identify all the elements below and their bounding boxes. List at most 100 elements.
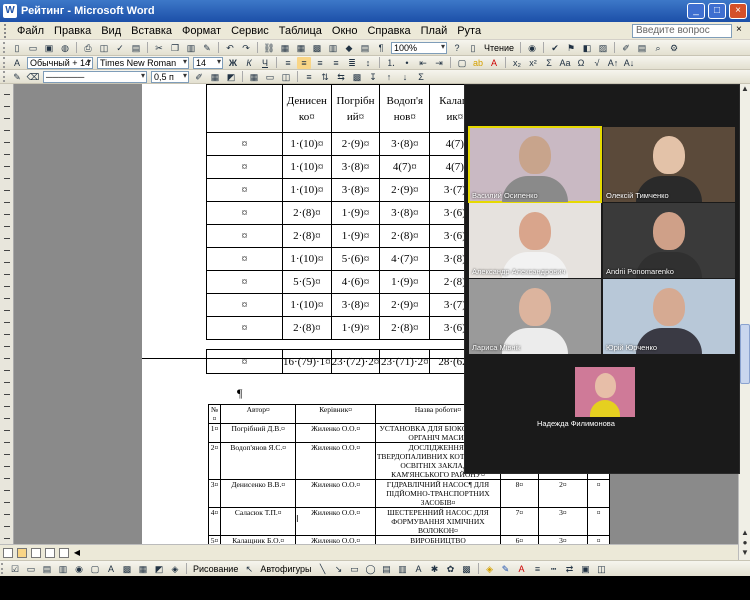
justify-icon[interactable]: ≡ [329,57,343,69]
style-select[interactable]: Обычный + 14 пт, [27,56,93,78]
menu-format[interactable]: Формат [177,25,226,37]
menu-table[interactable]: Таблица [274,25,327,37]
prev-page-icon[interactable]: ▲ [740,528,750,537]
fill-color-icon[interactable]: ◈ [483,563,497,575]
shadow-icon[interactable]: ▣ [579,563,593,575]
research-icon[interactable]: ▤ [129,42,143,54]
show-formatting-icon[interactable]: ¶ [374,42,388,54]
save-icon[interactable]: ▣ [42,42,56,54]
menu-window[interactable]: Окно [327,25,363,37]
dash-style-icon[interactable]: ┅ [547,563,561,575]
equation-icon[interactable]: √ [590,57,604,69]
menu-insert[interactable]: Вставка [126,25,177,37]
lookup-icon[interactable]: ⌕ [651,42,665,54]
toolbar-grip[interactable] [3,57,6,68]
merge-cells-icon[interactable]: ▭ [263,71,277,83]
help-search-input[interactable]: Введите вопрос [632,24,732,38]
align-right-icon[interactable]: ≡ [313,57,327,69]
participant-tile[interactable]: Лариса Мівнік [469,279,601,354]
menu-tools[interactable]: Сервис [226,25,274,37]
rectangle-icon[interactable]: ▭ [348,563,362,575]
select-browse-icon[interactable]: ● [740,538,750,547]
wordart-icon[interactable]: A [412,563,426,575]
select-objects-icon[interactable]: ↖ [242,563,256,575]
compare-icon[interactable]: ▤ [635,42,649,54]
vertical-textbox-icon[interactable]: ▥ [396,563,410,575]
font-color-icon[interactable]: A [487,57,501,69]
align-center-icon[interactable]: ≡ [297,56,311,69]
draw-lock-icon[interactable]: ◈ [168,563,182,575]
increase-indent-icon[interactable]: ⇥ [432,57,446,69]
diagram-icon[interactable]: ✱ [428,563,442,575]
close-button[interactable]: × [729,3,747,19]
toolbar-grip[interactable] [3,71,6,82]
maximize-button[interactable]: □ [708,3,726,19]
distribute-rows-icon[interactable]: ⇅ [318,71,332,83]
decrease-indent-icon[interactable]: ⇤ [416,57,430,69]
align-left-icon[interactable]: ≡ [281,57,295,69]
draw-radio-icon[interactable]: ◉ [72,563,86,575]
participant-tile[interactable] [575,367,635,417]
menu-ruta[interactable]: Рута [452,25,486,37]
shading-icon[interactable]: ◩ [224,71,238,83]
styles-icon[interactable]: A [10,57,24,69]
distribute-columns-icon[interactable]: ⇆ [334,71,348,83]
shrink-font-icon[interactable]: A↓ [622,57,636,69]
case-icon[interactable]: Aa [558,57,572,69]
menu-grip[interactable] [4,23,8,38]
italic-icon[interactable]: К [242,57,256,69]
zoom-select[interactable]: 100% [391,41,447,54]
font-size-select[interactable]: 14 [193,56,223,69]
scroll-left-icon[interactable]: ◀ [70,548,84,557]
borders-icon[interactable]: ▦ [208,71,222,83]
tables-borders-icon[interactable]: ▦ [278,42,292,54]
draw-textbox-icon[interactable]: ▭ [24,563,38,575]
horizontal-scrollbar[interactable]: ◀ [0,544,738,560]
spelling-icon[interactable]: ✓ [113,42,127,54]
open-folder-icon[interactable]: ▭ [26,42,40,54]
draw-check-icon[interactable]: ☑ [8,563,22,575]
line-color-icon[interactable]: ✎ [499,563,513,575]
grow-font-icon[interactable]: A↑ [606,57,620,69]
document-map-icon[interactable]: ▤ [358,42,372,54]
participant-tile[interactable]: Василий Осипенко [468,126,602,203]
line-width-select[interactable]: 0,5 п [151,70,189,83]
abbyy-icon[interactable]: ◉ [525,42,539,54]
bold-icon[interactable]: Ж [226,57,240,69]
outline-view-icon[interactable] [45,547,55,558]
flag-icon[interactable]: ⚑ [564,42,578,54]
superscript-icon[interactable]: x² [526,57,540,69]
draw-shade-icon[interactable]: ◩ [152,563,166,575]
minimize-button[interactable]: _ [687,3,705,19]
participant-tile[interactable]: Юрій Юрченко [603,279,735,354]
cut-icon[interactable]: ✂ [152,42,166,54]
scroll-up-icon[interactable]: ▲ [740,84,750,93]
draw-table-icon[interactable]: ✎ [10,71,24,83]
draw-combo-icon[interactable]: ▥ [56,563,70,575]
tools-icon[interactable]: ⚙ [667,42,681,54]
menu-file[interactable]: Файл [12,25,49,37]
numbering-icon[interactable]: ⒈ [384,57,398,69]
subscript-icon[interactable]: x₂ [510,57,524,69]
check-icon[interactable]: ✔ [548,42,562,54]
translate-icon[interactable]: ▨ [596,42,610,54]
oval-icon[interactable]: ◯ [364,563,378,575]
autoshapes-menu[interactable]: Автофигуры [260,564,311,574]
scroll-thumb[interactable] [740,324,750,384]
copy-icon[interactable]: ❐ [168,42,182,54]
arrow-style-icon[interactable]: ⇄ [563,563,577,575]
columns-icon[interactable]: ▥ [326,42,340,54]
permission-icon[interactable]: ◍ [58,42,72,54]
menu-view[interactable]: Вид [96,25,126,37]
sort-desc-icon[interactable]: ↓ [398,71,412,83]
split-cells-icon[interactable]: ◫ [279,71,293,83]
read-icon[interactable]: ▯ [466,42,480,54]
line-spacing-icon[interactable]: ↕ [361,57,375,69]
line-style-icon[interactable]: ≡ [531,563,545,575]
autoformat-icon[interactable]: ▩ [350,71,364,83]
hyperlink-icon[interactable]: ⛓ [262,42,276,54]
menu-help[interactable]: Справка [362,25,415,37]
outside-border-icon[interactable]: ▢ [455,57,469,69]
drawing-menu[interactable]: Рисование [193,564,238,574]
web-view-icon[interactable] [17,547,27,558]
